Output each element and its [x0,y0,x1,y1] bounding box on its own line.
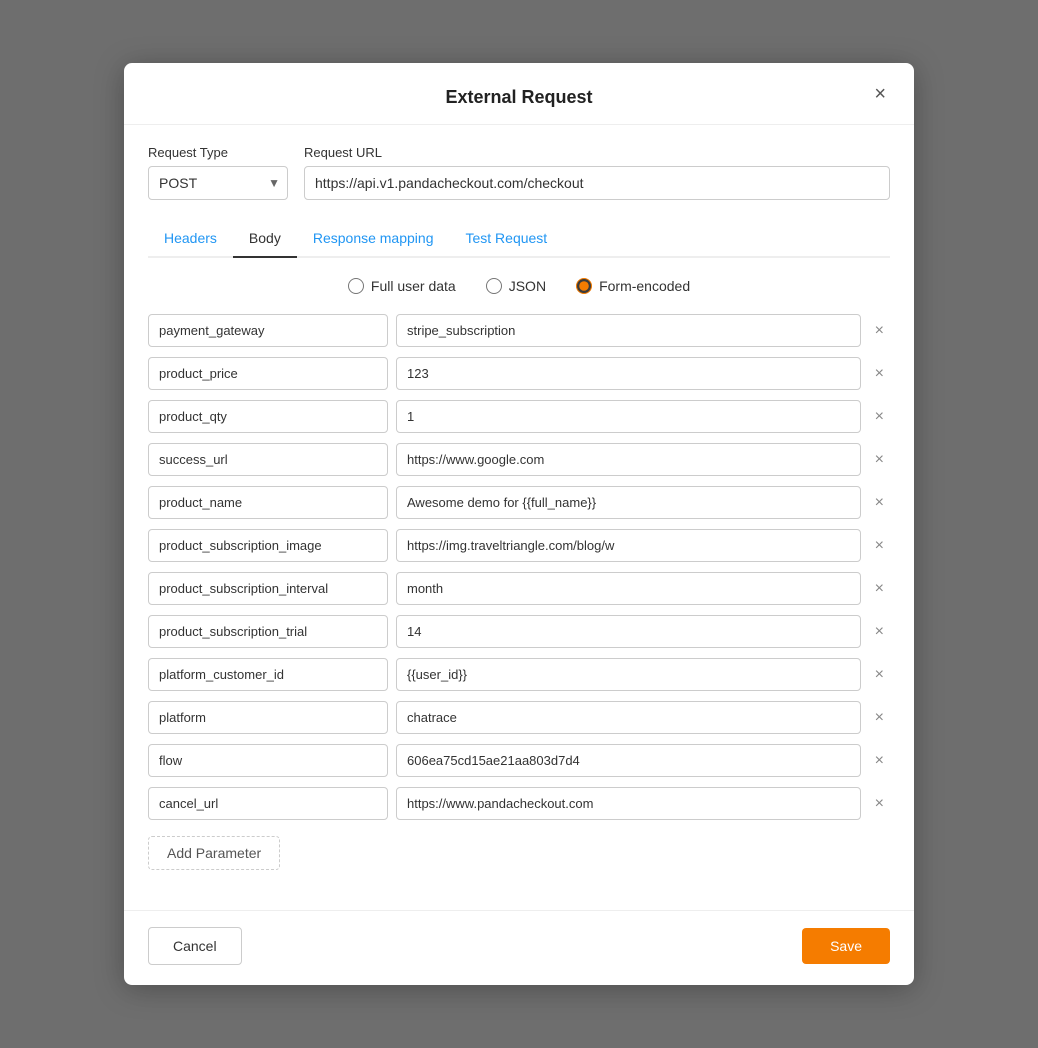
radio-full-user-data[interactable]: Full user data [348,278,456,294]
table-row: × [148,400,890,433]
param-key-input[interactable] [148,443,388,476]
param-key-input[interactable] [148,357,388,390]
request-url-group: Request URL [304,145,890,200]
request-type-select-wrapper: POST GET PUT DELETE PATCH ▼ [148,166,288,200]
radio-json-label: JSON [509,278,546,294]
param-key-input[interactable] [148,787,388,820]
param-key-input[interactable] [148,529,388,562]
param-value-input[interactable] [396,443,861,476]
tab-test-request[interactable]: Test Request [449,220,563,258]
tab-headers[interactable]: Headers [148,220,233,258]
remove-param-button[interactable]: × [869,448,890,472]
param-value-input[interactable] [396,572,861,605]
remove-param-button[interactable]: × [869,792,890,816]
radio-full-user-data-input[interactable] [348,278,364,294]
close-button[interactable]: × [866,80,894,108]
param-key-input[interactable] [148,744,388,777]
param-value-input[interactable] [396,658,861,691]
param-value-input[interactable] [396,787,861,820]
remove-param-button[interactable]: × [869,577,890,601]
table-row: × [148,658,890,691]
remove-param-button[interactable]: × [869,491,890,515]
params-list: × × × × × × × × [148,314,890,820]
radio-json[interactable]: JSON [486,278,546,294]
request-type-label: Request Type [148,145,288,160]
radio-form-encoded[interactable]: Form-encoded [576,278,690,294]
modal-footer: Cancel Save [124,910,914,985]
remove-param-button[interactable]: × [869,749,890,773]
param-key-input[interactable] [148,615,388,648]
modal-body: Request Type POST GET PUT DELETE PATCH ▼… [124,125,914,910]
table-row: × [148,529,890,562]
param-value-input[interactable] [396,615,861,648]
body-type-group: Full user data JSON Form-encoded [148,278,890,294]
remove-param-button[interactable]: × [869,405,890,429]
modal-overlay: External Request × Request Type POST GET… [0,0,1038,1048]
table-row: × [148,701,890,734]
param-key-input[interactable] [148,658,388,691]
remove-param-button[interactable]: × [869,706,890,730]
remove-param-button[interactable]: × [869,663,890,687]
table-row: × [148,314,890,347]
table-row: × [148,615,890,648]
table-row: × [148,486,890,519]
param-value-input[interactable] [396,357,861,390]
param-value-input[interactable] [396,744,861,777]
request-url-input[interactable] [304,166,890,200]
param-key-input[interactable] [148,314,388,347]
param-key-input[interactable] [148,486,388,519]
request-url-label: Request URL [304,145,890,160]
param-key-input[interactable] [148,400,388,433]
tab-body[interactable]: Body [233,220,297,258]
remove-param-button[interactable]: × [869,319,890,343]
external-request-modal: External Request × Request Type POST GET… [124,63,914,985]
modal-header: External Request × [124,63,914,125]
remove-param-button[interactable]: × [869,620,890,644]
param-value-input[interactable] [396,529,861,562]
remove-param-button[interactable]: × [869,534,890,558]
table-row: × [148,572,890,605]
modal-title: External Request [445,87,592,108]
request-config-row: Request Type POST GET PUT DELETE PATCH ▼… [148,145,890,200]
remove-param-button[interactable]: × [869,362,890,386]
param-value-input[interactable] [396,486,861,519]
request-type-group: Request Type POST GET PUT DELETE PATCH ▼ [148,145,288,200]
table-row: × [148,443,890,476]
save-button[interactable]: Save [802,928,890,964]
add-parameter-button[interactable]: Add Parameter [148,836,280,870]
radio-full-user-data-label: Full user data [371,278,456,294]
table-row: × [148,744,890,777]
radio-form-encoded-input[interactable] [576,278,592,294]
cancel-button[interactable]: Cancel [148,927,242,965]
param-value-input[interactable] [396,314,861,347]
request-type-select[interactable]: POST GET PUT DELETE PATCH [148,166,288,200]
radio-json-input[interactable] [486,278,502,294]
table-row: × [148,357,890,390]
tab-response-mapping[interactable]: Response mapping [297,220,450,258]
table-row: × [148,787,890,820]
param-value-input[interactable] [396,701,861,734]
tab-bar: Headers Body Response mapping Test Reque… [148,220,890,258]
param-value-input[interactable] [396,400,861,433]
param-key-input[interactable] [148,701,388,734]
param-key-input[interactable] [148,572,388,605]
radio-form-encoded-label: Form-encoded [599,278,690,294]
